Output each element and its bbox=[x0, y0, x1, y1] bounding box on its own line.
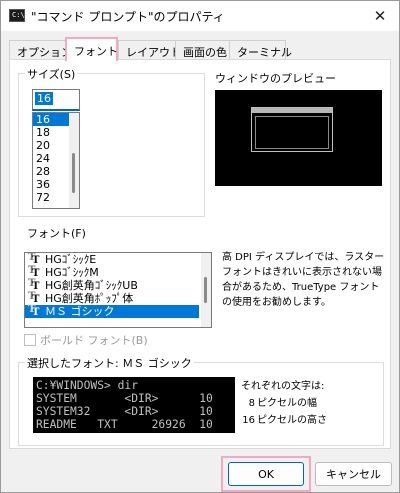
tab-colors[interactable]: 画面の色 bbox=[175, 40, 230, 60]
size-item[interactable]: 72 bbox=[33, 191, 70, 204]
font-tab-panel: サイズ(S) 16 16 18 20 24 28 36 72 ウィンドウのプレビ… bbox=[9, 59, 391, 449]
font-item-label: HG創英角ｺﾞｼｯｸUB bbox=[45, 279, 138, 292]
char-width-value: 8 bbox=[248, 398, 255, 409]
size-item[interactable]: 20 bbox=[33, 139, 70, 152]
size-item[interactable]: 36 bbox=[33, 178, 70, 191]
font-item[interactable]: T T HG創英角ｺﾞｼｯｸUB bbox=[25, 279, 199, 293]
size-item[interactable]: 16 bbox=[33, 113, 70, 126]
console-line: SYSTEM32 <DIR> 10 bbox=[36, 405, 213, 418]
font-item-label: HGｺﾞｼｯｸM bbox=[45, 266, 99, 279]
char-width-label: ピクセルの幅 bbox=[257, 398, 317, 409]
tab-font[interactable]: フォント bbox=[65, 37, 118, 61]
font-sample-console: C:¥WINDOWS> dir SYSTEM <DIR> 10 SYSTEM32… bbox=[33, 377, 235, 433]
console-line: README TXT 26926 10 bbox=[36, 418, 213, 431]
char-height-label: ピクセルの高さ bbox=[257, 415, 327, 426]
font-description: 高 DPI ディスプレイでは、ラスター フォントはきれいに表示されない場合がある… bbox=[222, 252, 385, 308]
preview-label: ウィンドウのプレビュー bbox=[215, 72, 336, 85]
size-input-value: 16 bbox=[35, 92, 53, 105]
tab-terminal[interactable]: ターミナル bbox=[229, 40, 292, 60]
size-scrollbar[interactable] bbox=[69, 113, 79, 208]
char-size-title: それぞれの文字は: bbox=[241, 381, 325, 392]
font-item-label: ＭＳ ゴシック bbox=[45, 305, 115, 318]
font-item-selected[interactable]: T T ＭＳ ゴシック bbox=[25, 305, 199, 318]
preview-window-outline bbox=[251, 107, 333, 152]
console-icon: C:\ bbox=[9, 9, 25, 22]
tab-layout[interactable]: レイアウト bbox=[118, 40, 181, 60]
window-title: "コマンド プロンプト"のプロパティ bbox=[31, 10, 225, 24]
font-scrollbar[interactable] bbox=[201, 253, 211, 327]
selected-font-group: 選択したフォント: ＭＳ ゴシック C:¥WINDOWS> dir SYSTEM… bbox=[18, 355, 384, 446]
console-icon-text: C:\ bbox=[12, 11, 25, 19]
size-input[interactable]: 16 bbox=[32, 89, 80, 111]
font-item-label: HGｺﾞｼｯｸE bbox=[45, 253, 97, 266]
tab-options[interactable]: オプション bbox=[9, 40, 72, 60]
ok-button[interactable]: OK bbox=[228, 462, 304, 486]
size-item[interactable]: 18 bbox=[33, 126, 70, 139]
preview-client-area bbox=[255, 116, 329, 149]
bold-font-checkbox[interactable]: ボールド フォント(B) bbox=[24, 333, 148, 347]
properties-dialog: C:\ "コマンド プロンプト"のプロパティ ✕ オプション フォント レイアウ… bbox=[0, 0, 400, 493]
cancel-button[interactable]: キャンセル bbox=[315, 462, 392, 486]
title-bar: C:\ "コマンド プロンプト"のプロパティ ✕ bbox=[1, 1, 399, 31]
font-area: T T HGｺﾞｼｯｸE T T HGｺﾞｼｯｸM T T HG創英角ｺﾞｼｯｸUB TTH… bbox=[10, 232, 392, 352]
size-scroll-thumb[interactable] bbox=[72, 153, 75, 193]
font-item[interactable]: T T HG創英角ﾎﾟｯﾌﾟ体 bbox=[25, 292, 199, 306]
console-line: C:¥WINDOWS> dir bbox=[36, 379, 139, 392]
font-scroll-thumb[interactable] bbox=[204, 277, 207, 303]
window-preview bbox=[215, 90, 382, 186]
selected-font-label: 選択したフォント: ＭＳ ゴシック bbox=[25, 355, 194, 371]
char-height-row: 16 ピクセルの高さ bbox=[241, 411, 327, 426]
bold-font-label: ボールド フォント(B) bbox=[40, 334, 148, 347]
font-listbox[interactable]: T T HGｺﾞｼｯｸE T T HGｺﾞｼｯｸM T T HG創英角ｺﾞｼｯｸUB TTH… bbox=[24, 252, 212, 328]
size-item[interactable]: 24 bbox=[33, 152, 70, 165]
preview-title-bar bbox=[252, 108, 332, 113]
size-item[interactable]: 28 bbox=[33, 165, 70, 178]
font-item[interactable]: T T HGｺﾞｼｯｸE bbox=[25, 253, 199, 266]
size-listbox[interactable]: 16 18 20 24 28 36 72 bbox=[32, 112, 80, 209]
font-item-label: HG創英角ﾎﾟｯﾌﾟ体 bbox=[45, 292, 134, 305]
char-height-value: 16 bbox=[242, 415, 255, 426]
console-line: SYSTEM <DIR> 10 bbox=[36, 392, 213, 405]
char-width-row: 8 ピクセルの幅 bbox=[241, 394, 317, 409]
font-item[interactable]: T T HGｺﾞｼｯｸM bbox=[25, 266, 199, 280]
checkbox-box[interactable] bbox=[24, 334, 36, 346]
size-group-label: サイズ(S) bbox=[25, 66, 78, 82]
truetype-icon: TT bbox=[28, 304, 40, 318]
close-icon[interactable]: ✕ bbox=[369, 6, 391, 26]
